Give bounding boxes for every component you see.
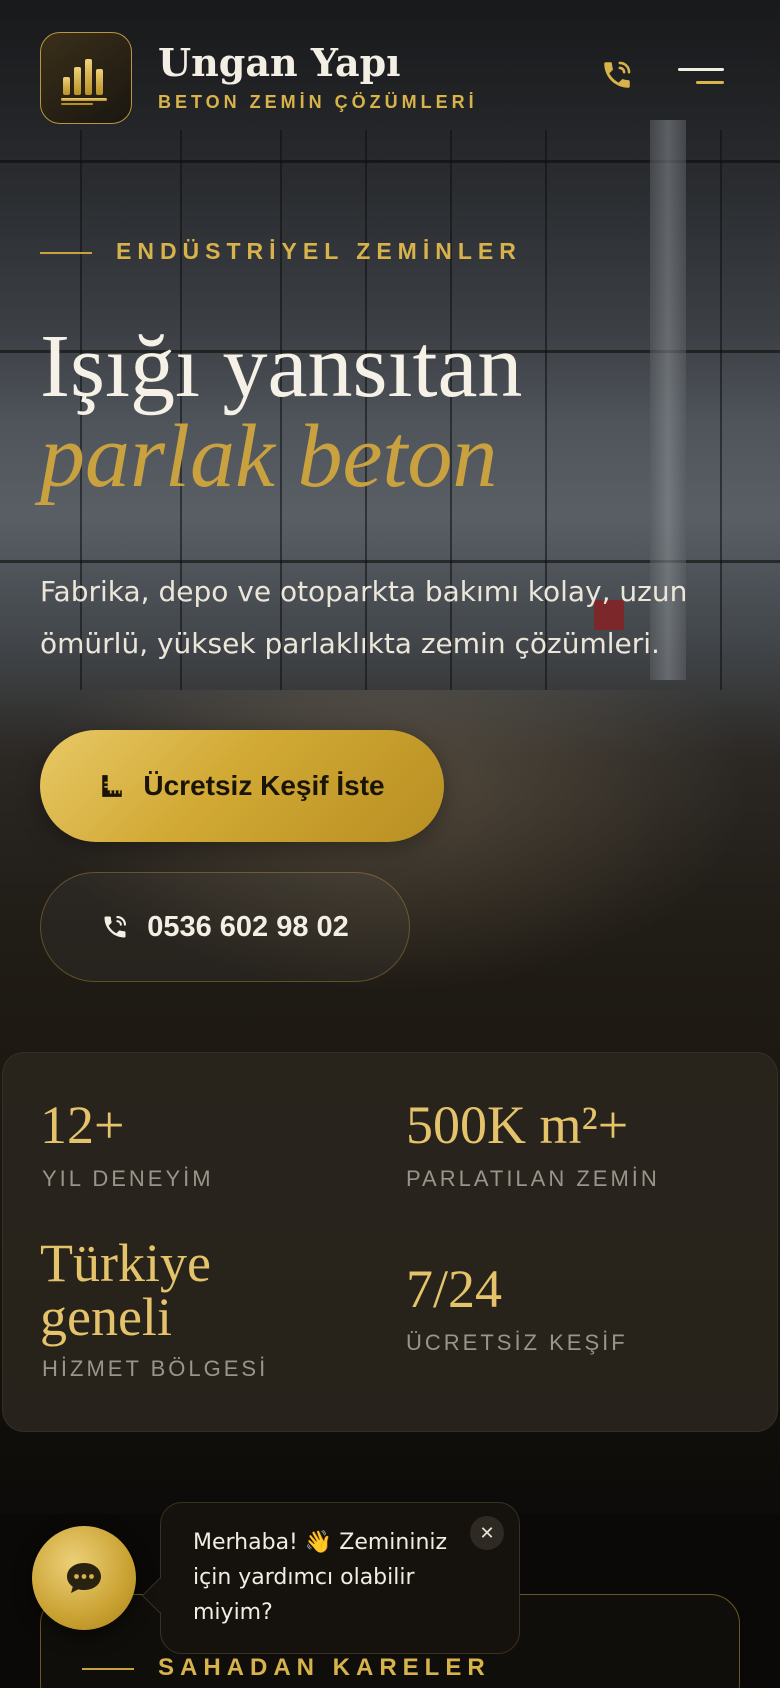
hero-description: Fabrika, depo ve otoparkta bakımı kolay,… [40, 575, 688, 660]
brand-name[interactable]: Ungan Yapı [158, 40, 401, 85]
menu-line [678, 68, 724, 71]
call-phone-button[interactable]: 0536 602 98 02 [40, 872, 410, 982]
phone-ring-icon [104, 916, 127, 938]
free-survey-button[interactable]: Ücretsiz Keşif İste [40, 730, 444, 842]
stat-label: HİZMET BÖLGESİ [42, 1356, 269, 1381]
phone-ring-icon [604, 61, 631, 88]
hamburger-menu-icon[interactable] [672, 58, 724, 92]
stat-value: 7/24 [406, 1259, 503, 1319]
stat-label: YIL DENEYİM [42, 1166, 214, 1191]
menu-line [696, 81, 724, 84]
chat-open-button[interactable] [32, 1526, 136, 1630]
ruler-icon [102, 775, 123, 797]
brand-tagline: BETON ZEMİN ÇÖZÜMLERİ [158, 92, 478, 112]
stat-value: Türkiye [40, 1233, 211, 1293]
stat-value: 500K m²+ [406, 1095, 629, 1155]
hero-headline-accent: parlak beton [40, 407, 498, 506]
stat-label: PARLATILAN ZEMİN [406, 1166, 660, 1191]
phone-number: 0536 602 98 02 [147, 910, 349, 943]
stat-value: 12+ [40, 1095, 125, 1155]
close-glyph: ✕ [479, 1522, 495, 1544]
eyebrow-divider [40, 252, 92, 254]
chat-greeting-text: Merhaba! 👋 Zemininiz için yardımcı olabi… [193, 1530, 448, 1625]
close-icon[interactable]: ✕ [470, 1516, 504, 1550]
gallery-title: SAHADAN KARELER [158, 1654, 491, 1681]
header-call-button[interactable] [596, 54, 638, 96]
stat-value: geneli [40, 1287, 172, 1347]
hero-headline: Işığı yansıtan [40, 317, 523, 416]
chat-greeting-popup[interactable]: Merhaba! 👋 Zemininiz için yardımcı olabi… [160, 1502, 520, 1654]
stat-label: ÜCRETSİZ KEŞİF [406, 1330, 628, 1355]
free-survey-label: Ücretsiz Keşif İste [143, 770, 385, 801]
brand-logo[interactable] [40, 32, 132, 124]
hero-eyebrow: ENDÜSTRİYEL ZEMİNLER [116, 238, 522, 264]
chat-bubble-icon [67, 1563, 101, 1593]
bar-chart-logo-icon [61, 59, 107, 105]
gallery-divider [82, 1668, 134, 1670]
